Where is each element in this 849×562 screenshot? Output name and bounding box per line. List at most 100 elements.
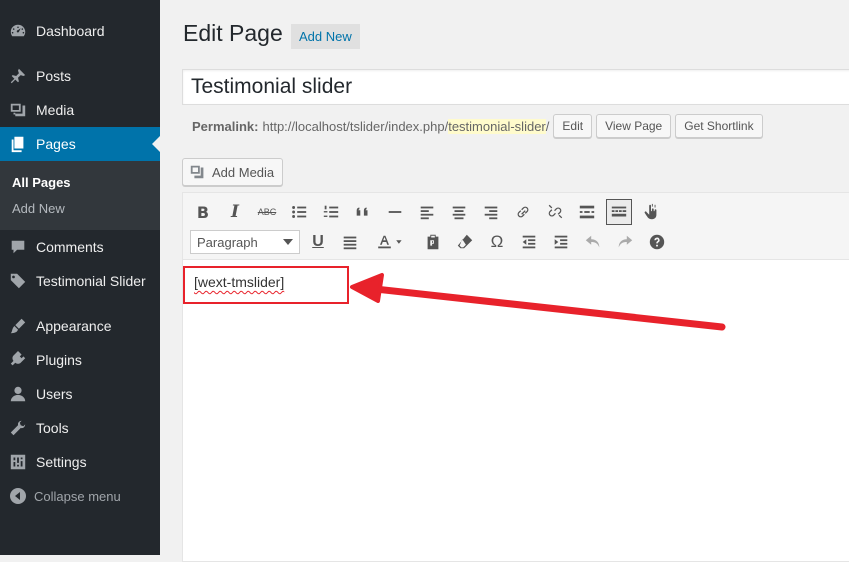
keyboard-shortcuts-button[interactable] (644, 229, 670, 255)
horizontal-line-icon (388, 211, 402, 213)
media-icon (8, 100, 28, 120)
clear-formatting-button[interactable] (452, 229, 478, 255)
add-new-button[interactable]: Add New (291, 24, 360, 49)
shortcode-highlight-box[interactable]: [wext-tmslider] (183, 266, 349, 304)
sidebar-item-label: Dashboard (36, 23, 105, 39)
sidebar-item-tools[interactable]: Tools (0, 411, 160, 445)
undo-icon (585, 235, 600, 248)
numbered-list-button[interactable] (318, 199, 344, 225)
align-right-icon (484, 206, 498, 220)
align-right-button[interactable] (478, 199, 504, 225)
align-center-button[interactable] (446, 199, 472, 225)
format-select-value: Paragraph (197, 234, 258, 250)
tag-icon (8, 271, 28, 291)
bulleted-list-button[interactable] (286, 199, 312, 225)
strikethrough-icon: ABC (257, 207, 277, 217)
strikethrough-button[interactable]: ABC (254, 199, 280, 225)
hand-pointer-icon (644, 203, 657, 220)
clipboard-icon (427, 234, 439, 250)
add-media-label: Add Media (212, 164, 275, 180)
sidebar-item-posts[interactable]: Posts (0, 59, 160, 93)
outdent-icon (522, 235, 536, 249)
editor-toolbar: B I ABC Paragraph U Ω (183, 193, 849, 260)
get-shortlink-button[interactable]: Get Shortlink (675, 114, 763, 138)
increase-indent-button[interactable] (548, 229, 574, 255)
permalink-slug[interactable]: testimonial-slider (448, 118, 546, 134)
remove-link-button[interactable] (542, 199, 568, 225)
view-page-button[interactable]: View Page (596, 114, 672, 138)
read-more-icon (579, 205, 595, 219)
sidebar-item-label: Comments (36, 239, 104, 255)
bold-icon: B (196, 202, 210, 222)
sidebar-item-pages[interactable]: Pages (0, 127, 160, 161)
sidebar-item-testimonial-slider[interactable]: Testimonial Slider (0, 264, 160, 298)
user-icon (8, 384, 28, 404)
paste-as-text-button[interactable] (420, 229, 446, 255)
wrench-icon (8, 418, 28, 438)
collapse-arrow-icon (10, 488, 26, 504)
dashboard-icon (8, 21, 28, 41)
chevron-down-icon (283, 239, 293, 245)
align-center-icon (452, 206, 466, 220)
sidebar-item-label: Appearance (36, 318, 112, 334)
page-title: Edit Page (183, 20, 283, 46)
align-left-icon (420, 206, 434, 220)
sidebar-item-label: Media (36, 102, 75, 118)
sidebar-item-users[interactable]: Users (0, 377, 160, 411)
read-more-button[interactable] (574, 199, 600, 225)
submenu-item-all-pages[interactable]: All Pages (12, 175, 71, 190)
redo-button[interactable] (612, 229, 638, 255)
permalink-base-url[interactable]: http://localhost/tslider/index.php/ (262, 119, 448, 134)
undo-button[interactable] (580, 229, 606, 255)
justify-button[interactable] (337, 229, 363, 255)
text-color-button[interactable] (369, 229, 409, 255)
blockquote-button[interactable] (350, 199, 376, 225)
pages-icon (8, 134, 28, 154)
settings-icon (8, 452, 28, 472)
quote-icon (356, 207, 368, 216)
post-title-input[interactable]: Testimonial slider (182, 69, 849, 105)
format-select[interactable]: Paragraph (190, 230, 300, 254)
sidebar-item-dashboard[interactable]: Dashboard (0, 14, 160, 48)
distraction-free-button[interactable] (638, 199, 664, 225)
horizontal-line-button[interactable] (382, 199, 408, 225)
pin-icon (8, 66, 28, 86)
sidebar-item-label: Testimonial Slider (36, 273, 146, 289)
pages-submenu: All Pages Add New (0, 161, 160, 230)
link-icon (517, 206, 529, 218)
align-left-button[interactable] (414, 199, 440, 225)
sidebar-item-appearance[interactable]: Appearance (0, 309, 160, 343)
permalink-row: Permalink: http://localhost/tslider/inde… (192, 113, 763, 139)
sidebar-item-comments[interactable]: Comments (0, 230, 160, 264)
italic-button[interactable]: I (222, 199, 248, 225)
numbered-list-icon (323, 205, 339, 218)
plugin-icon (8, 350, 28, 370)
collapse-menu-button[interactable]: Collapse menu (0, 484, 160, 508)
sidebar-item-media[interactable]: Media (0, 93, 160, 127)
submenu-item-add-new[interactable]: Add New (12, 201, 65, 216)
editor-content-text[interactable]: [wext-tmslider] (194, 274, 284, 290)
permalink-trail: / (545, 118, 550, 134)
toolbar-toggle-button[interactable] (606, 199, 632, 225)
decrease-indent-button[interactable] (516, 229, 542, 255)
underline-button[interactable]: U (305, 229, 331, 255)
permalink-label: Permalink: (192, 118, 259, 134)
text-color-icon (378, 235, 402, 249)
bold-button[interactable]: B (190, 199, 216, 225)
sidebar-item-settings[interactable]: Settings (0, 445, 160, 479)
insert-link-button[interactable] (510, 199, 536, 225)
special-character-button[interactable]: Ω (484, 229, 510, 255)
eraser-icon (457, 234, 473, 249)
sidebar-item-plugins[interactable]: Plugins (0, 343, 160, 377)
sidebar-item-label: Pages (36, 136, 76, 152)
brush-icon (8, 316, 28, 336)
edit-slug-button[interactable]: Edit (553, 114, 593, 138)
add-media-button[interactable]: Add Media (182, 158, 284, 186)
sidebar-item-label: Tools (36, 420, 69, 436)
omega-icon: Ω (490, 232, 504, 251)
sidebar-item-label: Settings (36, 454, 87, 470)
justify-icon (343, 236, 357, 250)
collapse-menu-label: Collapse menu (34, 488, 121, 504)
add-media-icon (190, 165, 204, 179)
italic-icon: I (231, 202, 239, 222)
